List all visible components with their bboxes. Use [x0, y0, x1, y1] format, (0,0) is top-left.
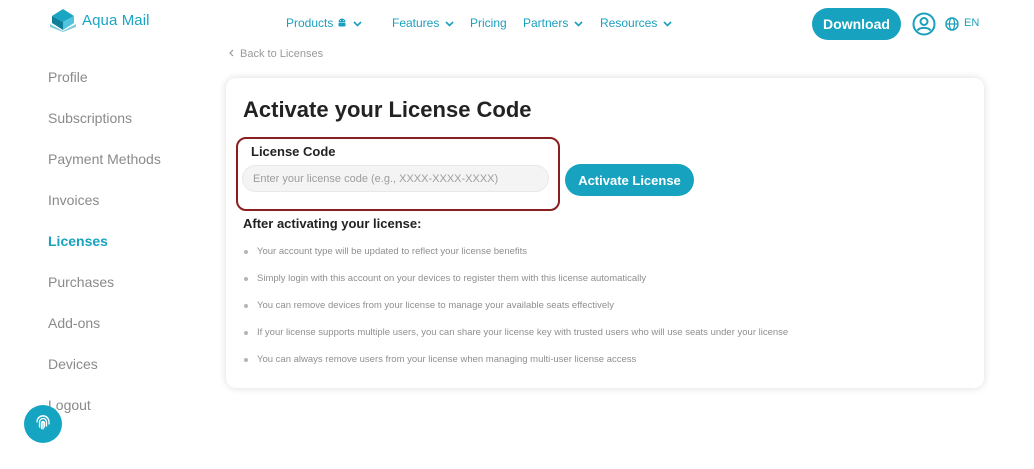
sidebar-item-subscriptions[interactable]: Subscriptions [48, 110, 132, 126]
list-item: Simply login with this account on your d… [243, 273, 646, 284]
android-icon [337, 16, 347, 30]
bullet-dot-icon [244, 249, 248, 254]
bullet-dot-icon [244, 276, 248, 281]
page-title: Activate your License Code [243, 97, 532, 122]
bullet-dot-icon [244, 303, 248, 308]
aqua-mail-logo-icon [50, 8, 76, 32]
fingerprint-button[interactable] [24, 405, 62, 443]
nav-pricing[interactable]: Pricing [470, 16, 507, 30]
sidebar-item-purchases[interactable]: Purchases [48, 274, 114, 290]
bullet-dot-icon [244, 330, 248, 335]
list-item: You can remove devices from your license… [243, 300, 614, 311]
account-icon[interactable] [912, 12, 936, 41]
globe-icon[interactable] [945, 17, 959, 36]
license-code-label: License Code [251, 144, 336, 159]
back-link-label: Back to Licenses [240, 48, 324, 60]
sidebar-item-profile[interactable]: Profile [48, 69, 88, 85]
chevron-left-icon [229, 48, 234, 60]
logo[interactable]: Aqua Mail [50, 8, 150, 32]
license-code-input[interactable] [242, 165, 549, 192]
nav-resources[interactable]: Resources [600, 16, 672, 30]
sidebar-item-payment-methods[interactable]: Payment Methods [48, 151, 161, 167]
logo-text: Aqua Mail [82, 11, 150, 29]
nav-products-label: Products [286, 16, 334, 30]
chevron-down-icon [445, 16, 454, 30]
activate-license-button[interactable]: Activate License [565, 164, 694, 196]
nav-products[interactable]: Products [286, 16, 362, 30]
nav-pricing-label: Pricing [470, 16, 507, 30]
nav-features[interactable]: Features [392, 16, 454, 30]
nav-features-label: Features [392, 16, 440, 30]
sidebar-item-devices[interactable]: Devices [48, 356, 98, 372]
activate-license-card: Activate your License Code License Code … [226, 78, 984, 388]
nav-partners-label: Partners [523, 16, 569, 30]
list-item: Your account type will be updated to ref… [243, 246, 527, 257]
back-to-licenses-link[interactable]: Back to Licenses [229, 48, 323, 60]
language-selector[interactable]: EN [964, 17, 979, 29]
bullet-dot-icon [244, 357, 248, 362]
sidebar-item-add-ons[interactable]: Add-ons [48, 315, 100, 331]
after-activation-heading: After activating your license: [243, 216, 422, 231]
chevron-down-icon [663, 16, 672, 30]
sidebar-item-licenses[interactable]: Licenses [48, 233, 108, 249]
nav-partners[interactable]: Partners [523, 16, 583, 30]
list-item: You can always remove users from your li… [243, 354, 636, 365]
chevron-down-icon [574, 16, 583, 30]
list-item: If your license supports multiple users,… [243, 327, 788, 338]
fingerprint-icon [34, 413, 52, 436]
top-header: Aqua Mail Products Features Pricing Part… [0, 0, 1034, 48]
nav-resources-label: Resources [600, 16, 658, 30]
sidebar-item-invoices[interactable]: Invoices [48, 192, 99, 208]
download-button[interactable]: Download [812, 8, 901, 40]
chevron-down-icon [353, 16, 362, 30]
